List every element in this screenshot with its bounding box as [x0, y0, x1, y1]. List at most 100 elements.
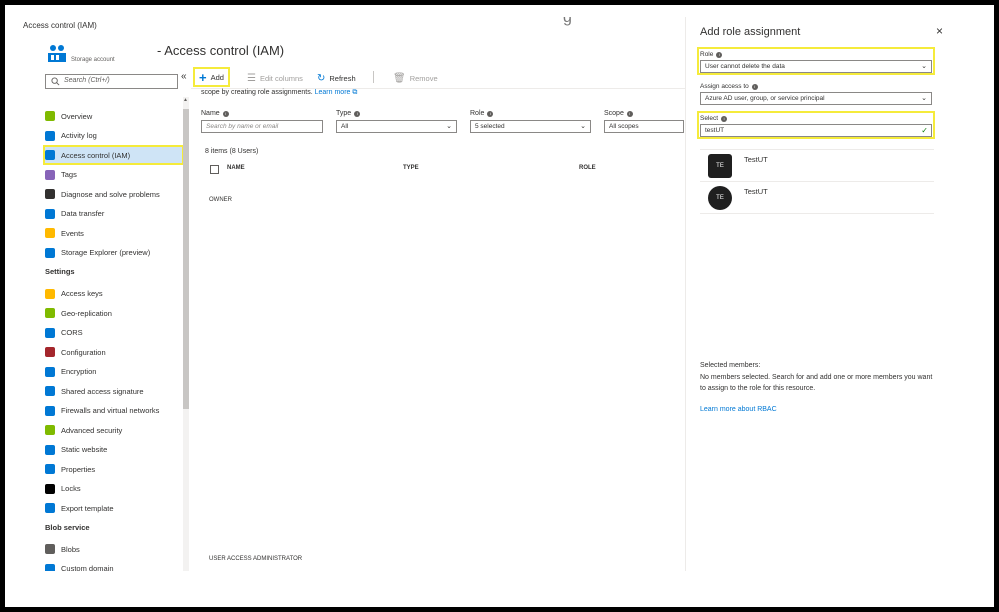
- chevron-down-icon: ⌄: [921, 95, 927, 102]
- sidebar-item-firewalls-and-virtual-networks[interactable]: Firewalls and virtual networks: [45, 402, 186, 420]
- edit-columns-label: Edit columns: [259, 73, 303, 83]
- assign-access-label: Assign access to i: [700, 83, 758, 90]
- search-result-item[interactable]: TE TestUT: [700, 181, 934, 213]
- sidebar-item-label: Custom domain: [61, 564, 114, 571]
- sidebar-item-label: Blobs: [61, 544, 80, 554]
- sidebar-item-static-website[interactable]: Static website: [45, 441, 186, 459]
- refresh-icon: ↻: [317, 72, 326, 84]
- name-filter-input[interactable]: Search by name or email: [201, 120, 323, 133]
- sidebar-item-label: Configuration: [61, 347, 106, 357]
- sidebar-item-storage-explorer-preview[interactable]: Storage Explorer (preview): [45, 244, 186, 262]
- sidebar-item-label: Export template: [61, 503, 114, 513]
- sidebar-item-overview[interactable]: Overview: [45, 107, 186, 125]
- sidebar-item-custom-domain[interactable]: Custom domain: [45, 560, 186, 571]
- storage-account-icon: [48, 45, 66, 62]
- info-icon[interactable]: i: [751, 83, 758, 90]
- sidebar-section-header: Settings: [45, 267, 75, 276]
- learn-more-rbac-link[interactable]: Learn more about RBAC: [700, 406, 777, 413]
- info-icon[interactable]: i: [487, 110, 494, 117]
- scope-filter-label: Scope i: [604, 110, 633, 117]
- page-title: - Access control (IAM): [157, 43, 285, 58]
- sidebar-search-input[interactable]: Search (Ctrl+/): [45, 74, 178, 89]
- export-icon: [45, 503, 55, 513]
- add-button[interactable]: + Add: [193, 67, 230, 87]
- info-icon[interactable]: i: [721, 115, 728, 122]
- sidebar-item-access-keys[interactable]: Access keys: [45, 285, 186, 303]
- sidebar-item-blobs[interactable]: Blobs: [45, 540, 186, 558]
- overview-icon: [45, 111, 55, 121]
- search-icon: [51, 77, 60, 86]
- info-icon[interactable]: i: [626, 110, 633, 117]
- selected-members-description: No members selected. Search for and add …: [700, 374, 933, 392]
- tag-icon: [45, 169, 55, 180]
- columns-icon: ☰: [247, 72, 256, 84]
- assign-access-dropdown[interactable]: Azure AD user, group, or service princip…: [700, 92, 932, 105]
- search-placeholder: Search (Ctrl+/): [64, 77, 110, 84]
- shield-icon: [45, 425, 55, 435]
- sidebar-item-events[interactable]: Events: [45, 224, 186, 242]
- close-icon[interactable]: ×: [936, 24, 943, 38]
- configuration-icon: [45, 347, 55, 357]
- scope-filter-dropdown[interactable]: All scopes: [604, 120, 684, 133]
- link-icon: [45, 386, 55, 396]
- search-result-item[interactable]: TE TestUT: [700, 149, 934, 181]
- sidebar-item-data-transfer[interactable]: Data transfer: [45, 205, 186, 223]
- sidebar-item-label: Storage Explorer (preview): [61, 248, 151, 257]
- add-label: Add: [210, 72, 224, 82]
- sidebar-item-access-control-iam[interactable]: Access control (IAM): [43, 145, 184, 165]
- group-header-user-access-administrator: USER ACCESS ADMINISTRATOR: [209, 556, 303, 562]
- role-filter-dropdown[interactable]: 5 selected ⌄: [470, 120, 591, 133]
- refresh-button[interactable]: ↻ Refresh: [317, 70, 356, 86]
- plus-icon: +: [199, 69, 207, 85]
- sidebar-item-geo-replication[interactable]: Geo-replication: [45, 304, 186, 322]
- key-icon: [45, 288, 55, 299]
- sidebar-item-label: Diagnose and solve problems: [61, 189, 160, 199]
- scrollbar-thumb[interactable]: [183, 109, 189, 409]
- sidebar-item-properties[interactable]: Properties: [45, 460, 186, 478]
- sidebar-item-activity-log[interactable]: Activity log: [45, 127, 186, 145]
- info-icon[interactable]: i: [222, 110, 229, 117]
- sidebar-item-tags[interactable]: Tags: [45, 166, 186, 184]
- sidebar-scrollbar[interactable]: ▲: [183, 97, 189, 571]
- info-icon[interactable]: i: [716, 51, 723, 58]
- sidebar-item-cors[interactable]: CORS: [45, 324, 186, 342]
- sidebar-item-label: Advanced security: [61, 425, 123, 435]
- sidebar-item-encryption[interactable]: Encryption: [45, 363, 186, 381]
- info-icon[interactable]: i: [354, 110, 361, 117]
- select-input[interactable]: testUT ✓: [700, 124, 932, 137]
- sidebar-item-shared-access-signature[interactable]: Shared access signature: [45, 382, 186, 400]
- sidebar-item-locks[interactable]: Locks: [45, 480, 186, 498]
- chevron-down-icon: ⌄: [446, 123, 452, 130]
- column-header-type[interactable]: TYPE: [403, 165, 419, 171]
- website-icon: [45, 444, 55, 455]
- scroll-up-icon[interactable]: ▲: [183, 97, 188, 103]
- sidebar-item-configuration[interactable]: Configuration: [45, 343, 186, 361]
- column-header-name[interactable]: NAME: [227, 165, 245, 171]
- collapse-sidebar-button[interactable]: «: [181, 71, 187, 82]
- avatar: TE: [708, 153, 732, 178]
- sidebar-section-header: Blob service: [45, 522, 90, 532]
- remove-button[interactable]: 🗑 Remove: [393, 70, 438, 86]
- role-dropdown[interactable]: User cannot delete the data ⌄: [700, 60, 932, 73]
- select-all-checkbox[interactable]: [210, 165, 219, 174]
- sidebar-item-label: Access control (IAM): [61, 150, 131, 160]
- sidebar-item-export-template[interactable]: Export template: [45, 499, 186, 517]
- screenshot-frame: Access control (IAM) g Storage account -…: [0, 0, 999, 612]
- column-header-role[interactable]: ROLE: [579, 165, 596, 171]
- chevron-down-icon: ⌄: [580, 123, 586, 130]
- portal-window: Access control (IAM) g Storage account -…: [23, 17, 971, 571]
- sidebar-item-advanced-security[interactable]: Advanced security: [45, 421, 186, 439]
- command-bar: + Add ☰ Edit columns ↻ Refresh 🗑 Remove: [191, 67, 701, 89]
- edit-columns-button[interactable]: ☰ Edit columns: [247, 70, 303, 86]
- select-label: Select i: [700, 115, 728, 122]
- role-filter-label: Role i: [470, 110, 494, 117]
- sidebar-item-diagnose-and-solve-problems[interactable]: Diagnose and solve problems: [45, 185, 186, 203]
- blobs-icon: [45, 544, 55, 554]
- sidebar: Search (Ctrl+/) « Overview Activity log Ac…: [23, 69, 191, 571]
- group-header-owner: OWNER: [209, 197, 232, 203]
- selected-members-label: Selected members:: [700, 362, 761, 369]
- learn-more-link[interactable]: Learn more ⧉: [315, 89, 358, 96]
- type-filter-dropdown[interactable]: All ⌄: [336, 120, 457, 133]
- padlock-icon: [45, 483, 55, 494]
- results-divider: [700, 213, 934, 214]
